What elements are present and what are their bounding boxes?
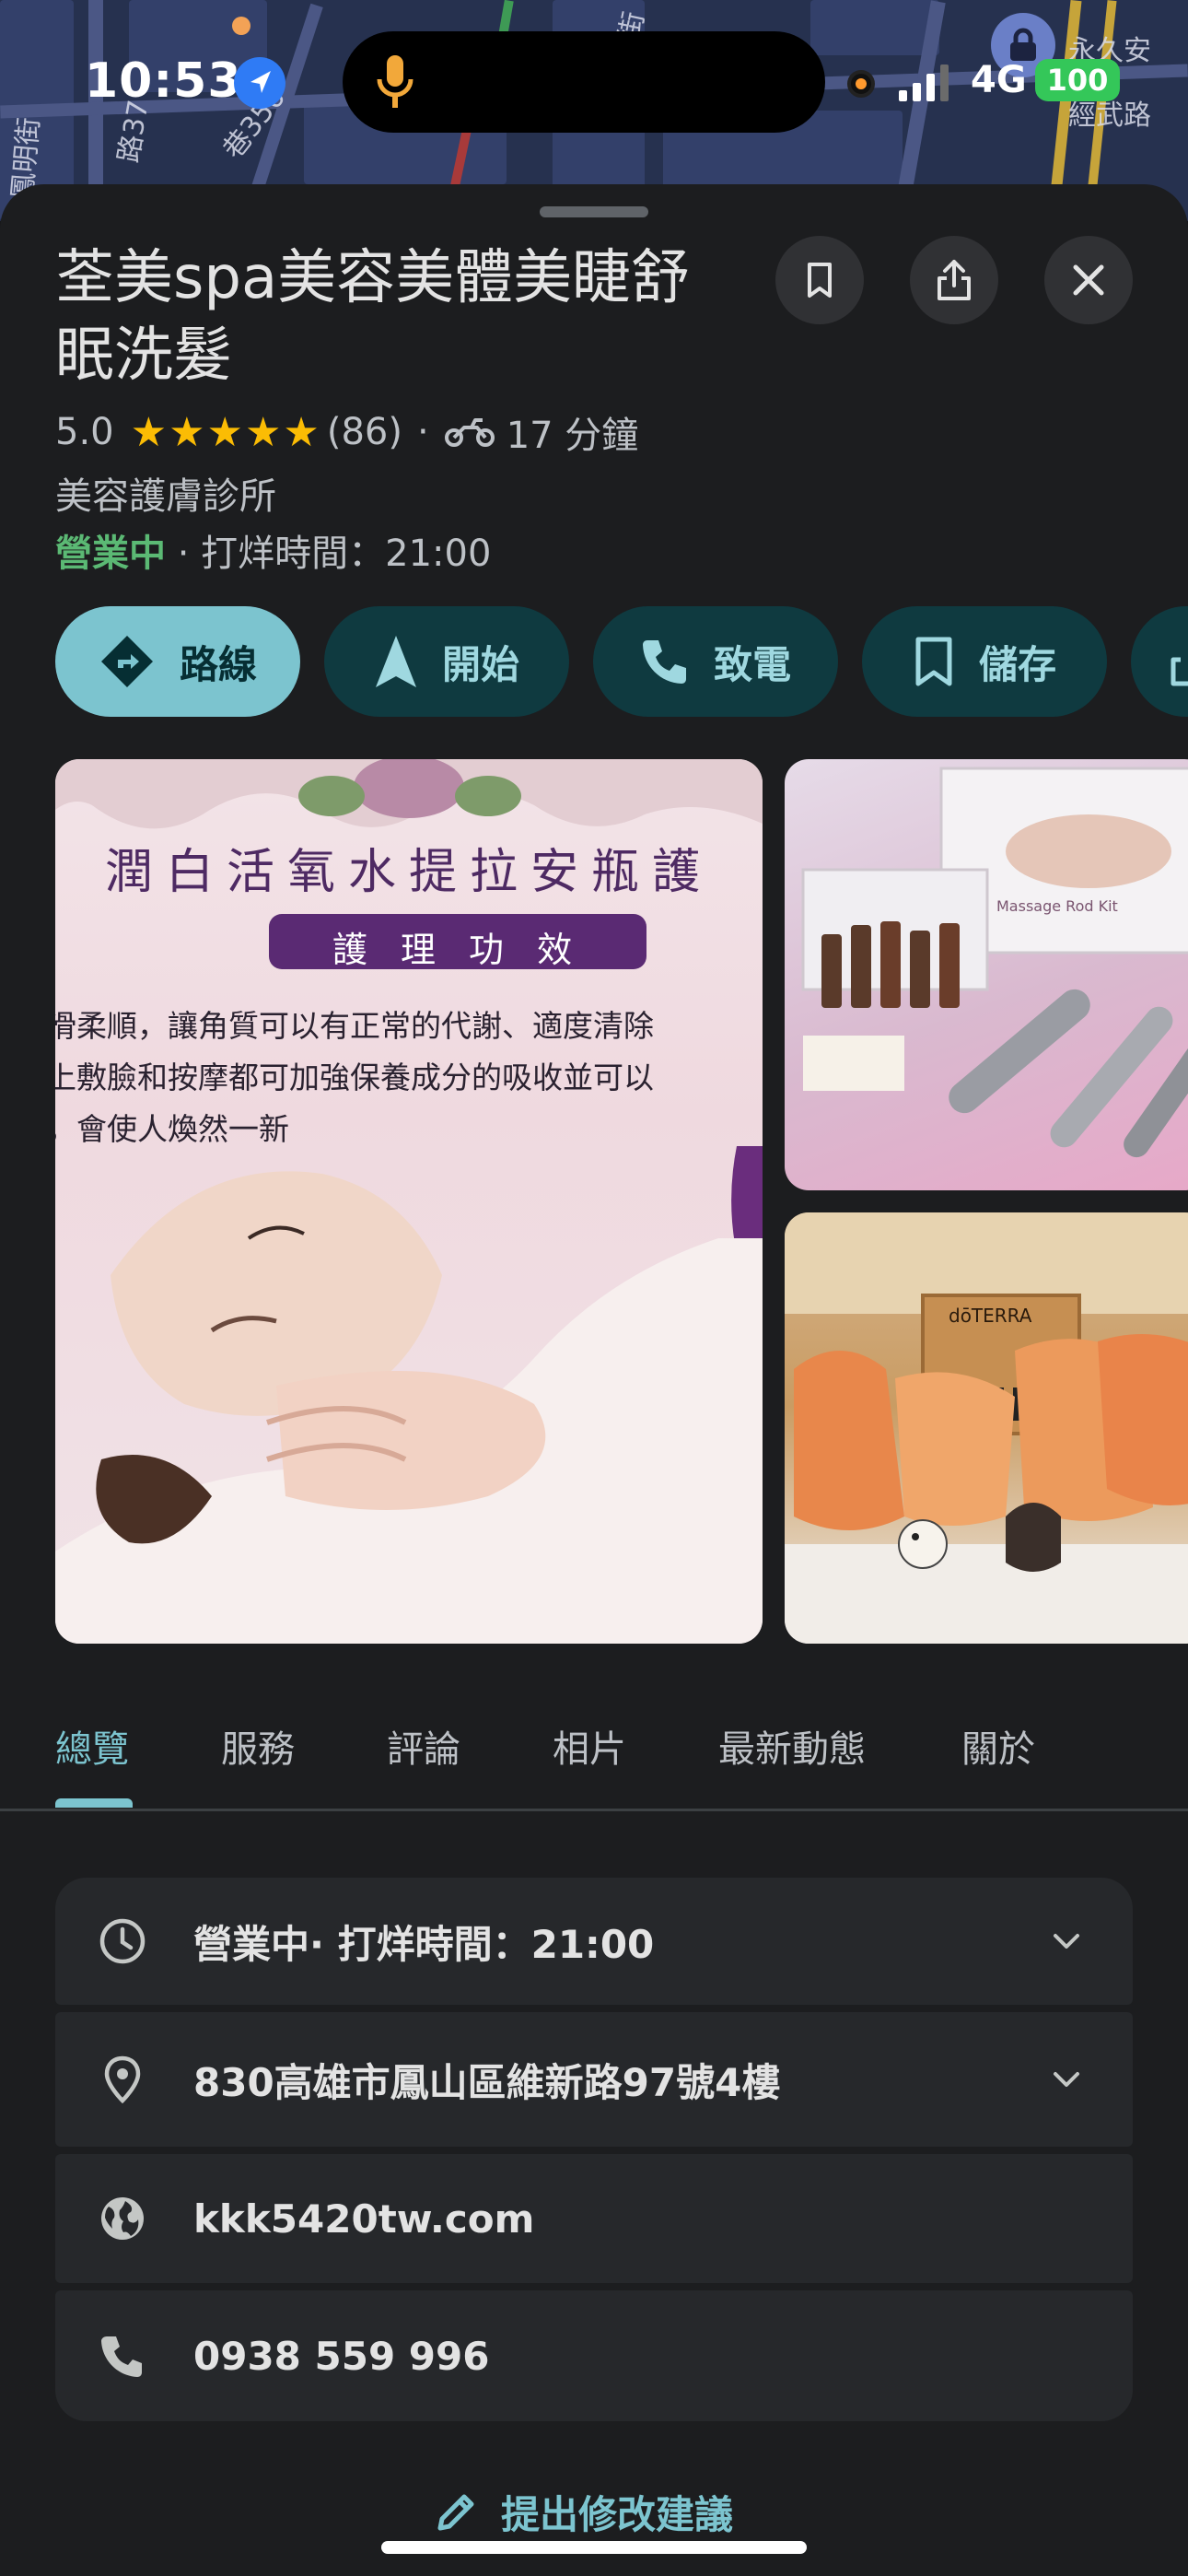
photo1-ribbon: 護 理 功 效: [332, 930, 584, 970]
save-button[interactable]: 儲存: [862, 606, 1107, 717]
call-button[interactable]: 致電: [593, 606, 838, 717]
map-block: [810, 0, 939, 55]
photo-essential-oils-gifts[interactable]: dōTERRA: [785, 1212, 1188, 1644]
pencil-icon: [437, 2494, 474, 2530]
bookmark-icon: [808, 263, 832, 298]
navigation-arrow-icon: [375, 636, 416, 687]
save-place-button[interactable]: [775, 236, 864, 324]
directions-label: 路線: [179, 641, 257, 687]
share-chip-button[interactable]: [1131, 606, 1188, 717]
tab-services[interactable]: 服務: [221, 1719, 295, 1773]
active-tab-indicator: [55, 1798, 133, 1808]
address-text: 830高雄市鳳山區維新路97號4樓: [193, 2059, 781, 2105]
place-category: 美容護膚診所: [55, 475, 276, 518]
tab-reviews[interactable]: 評論: [387, 1719, 460, 1773]
microphone-icon: [377, 55, 413, 108]
photo1-body-text: 滑柔順，讓角質可以有正常的代謝、適度清除 上敷臉和按摩都可加強保養成分的吸收並可…: [55, 1001, 654, 1155]
chevron-down-icon[interactable]: [1050, 1925, 1083, 1958]
phone-icon: [642, 640, 686, 684]
photo1-line: 滑柔順，讓角質可以有正常的代謝、適度清除: [55, 1008, 654, 1044]
photo3-box-text: dōTERRA: [949, 1305, 1032, 1327]
rating-row[interactable]: 5.0 ★★★★★ (86) · 17 分鐘: [55, 405, 638, 459]
action-chips-row[interactable]: 路線 開始 致電 儲存: [55, 606, 1188, 717]
address-row[interactable]: 830高雄市鳳山區維新路97號4樓: [55, 2012, 1133, 2147]
open-status: 營業中: [55, 533, 166, 575]
hours-open-status: 營業中: [193, 1921, 310, 1967]
hours-closing-time: · 打烊時間：21:00: [309, 1921, 655, 1967]
share-icon: [1171, 657, 1188, 686]
rating-value: 5.0: [55, 411, 114, 453]
rating-stars: ★★★★★: [130, 408, 321, 456]
start-navigation-button[interactable]: 開始: [324, 606, 569, 717]
review-count[interactable]: (86): [327, 411, 402, 453]
share-button[interactable]: [910, 236, 998, 324]
phone-icon: [101, 2336, 142, 2377]
phone-text: 0938 559 996: [193, 2333, 490, 2379]
suggest-edit-label: 提出修改建議: [501, 2492, 734, 2537]
place-title: 荃美spa美容美體美睫舒眠洗髮: [55, 244, 691, 390]
photo1-line: 上敷臉和按摩都可加強保養成分的吸收並可以: [55, 1060, 654, 1095]
clock-icon: [99, 1918, 146, 1964]
battery-indicator: 100: [1035, 59, 1120, 101]
website-row[interactable]: kkk5420tw.com: [55, 2154, 1133, 2283]
separator-dot: ·: [416, 411, 429, 453]
tab-updates[interactable]: 最新動態: [718, 1719, 866, 1773]
suggest-edit-button[interactable]: 提出修改建議: [433, 2484, 733, 2540]
tab-photos[interactable]: 相片: [553, 1719, 626, 1773]
lock-icon: [1010, 28, 1036, 61]
closing-time: · 打烊時間：21:00: [166, 533, 492, 575]
tab-about[interactable]: 關於: [961, 1719, 1035, 1773]
status-time: 10:53: [85, 53, 242, 109]
close-icon: [1073, 264, 1104, 296]
photo-spa-treatment[interactable]: 潤白活氧水提拉安瓶護 護 理 功 效 滑柔順，讓角質可以有正常的代謝、適度清除 …: [55, 759, 763, 1644]
photo1-banner-title: 潤白活氧水提拉安瓶護: [104, 845, 713, 900]
motorcycle-icon: [444, 418, 495, 447]
save-label: 儲存: [978, 641, 1056, 687]
location-services-icon: [234, 57, 285, 109]
home-indicator[interactable]: [381, 2541, 807, 2554]
phone-row[interactable]: 0938 559 996: [55, 2290, 1133, 2421]
photo1-line: ，會使人煥然一新: [55, 1111, 289, 1147]
website-text: kkk5420tw.com: [193, 2195, 535, 2242]
location-pin-icon: [104, 2055, 141, 2104]
share-icon: [938, 260, 971, 300]
photo2-box-text: Massage Rod Kit: [996, 897, 1118, 915]
privacy-indicator-dot: [232, 17, 250, 35]
sheet-drag-handle[interactable]: [540, 206, 648, 217]
call-label: 致電: [713, 641, 791, 687]
essential-oil-box-illustration: [785, 1212, 1188, 1644]
directions-icon: [100, 636, 153, 687]
tab-overview[interactable]: 總覽: [55, 1719, 129, 1773]
massage-kit-illustration: [801, 767, 1188, 1158]
dynamic-island: [343, 31, 825, 133]
place-sheet: 荃美spa美容美體美睫舒眠洗髮 5.0 ★★★★★ (86) · 17 分鐘 美…: [0, 184, 1188, 2576]
network-type: 4G: [971, 59, 1027, 101]
directions-button[interactable]: 路線: [55, 606, 300, 717]
opening-hours-summary[interactable]: 營業中 · 打烊時間：21:00: [55, 523, 491, 577]
bookmark-icon: [915, 637, 952, 686]
close-button[interactable]: [1044, 236, 1133, 324]
hours-row[interactable]: 營業中 · 打烊時間：21:00: [55, 1878, 1133, 2005]
globe-icon: [101, 2197, 144, 2240]
photo-massage-rod-kit[interactable]: Massage Rod Kit: [785, 759, 1188, 1190]
camera-in-use-indicator: [847, 70, 875, 98]
chevron-down-icon[interactable]: [1050, 2063, 1083, 2096]
place-tabs: 總覽 服務 評論 相片 最新動態 關於: [0, 1695, 1188, 1811]
start-label: 開始: [441, 641, 519, 687]
cellular-signal-icon: [899, 64, 949, 101]
travel-time: 17 分鐘: [506, 415, 639, 457]
